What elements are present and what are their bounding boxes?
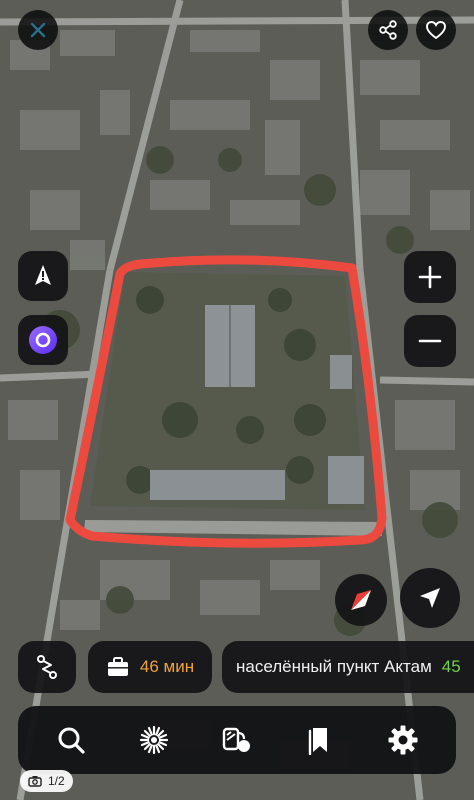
transport-icon (222, 727, 250, 752)
photo-counter: 1/2 (48, 774, 65, 788)
bookmark-icon (308, 728, 327, 755)
zoom-out-button[interactable] (404, 315, 456, 367)
travel-time-chip[interactable]: 46 мин (88, 641, 212, 693)
share-button[interactable] (368, 10, 408, 50)
compass-icon (351, 590, 371, 610)
tab-bookmarks[interactable] (295, 715, 345, 765)
bottom-tab-bar (18, 706, 456, 774)
gear-icon (388, 725, 418, 755)
camera-icon (28, 776, 42, 787)
destination-chip[interactable]: населённый пункт Актам 45 (222, 641, 474, 693)
tab-transport[interactable] (212, 715, 262, 765)
assistant-button[interactable] (18, 315, 68, 365)
road-alert-icon (35, 265, 51, 285)
travel-time: 46 мин (139, 657, 195, 676)
destination-name: населённый пункт Актам (236, 657, 432, 676)
tab-search[interactable] (46, 715, 96, 765)
minus-icon (418, 339, 442, 343)
alice-assistant-icon (29, 326, 57, 354)
close-button[interactable] (18, 10, 58, 50)
compass-button[interactable] (335, 574, 387, 626)
search-icon (58, 727, 85, 754)
distance-value: 45 (441, 657, 461, 676)
tab-discovery[interactable] (129, 715, 179, 765)
tab-settings[interactable] (378, 715, 428, 765)
plus-icon (418, 265, 442, 289)
heart-icon (426, 21, 446, 40)
navigation-arrow-icon (420, 588, 440, 608)
briefcase-icon (107, 657, 128, 676)
route-options-button[interactable] (18, 641, 76, 693)
route-icon (37, 655, 57, 679)
road-alert-button[interactable] (18, 251, 68, 301)
favorite-button[interactable] (416, 10, 456, 50)
photo-counter-badge[interactable]: 1/2 (20, 770, 73, 792)
share-icon (379, 20, 397, 40)
close-icon (30, 22, 46, 38)
my-location-button[interactable] (400, 568, 460, 628)
sparkle-icon (140, 725, 169, 755)
zoom-in-button[interactable] (404, 251, 456, 303)
